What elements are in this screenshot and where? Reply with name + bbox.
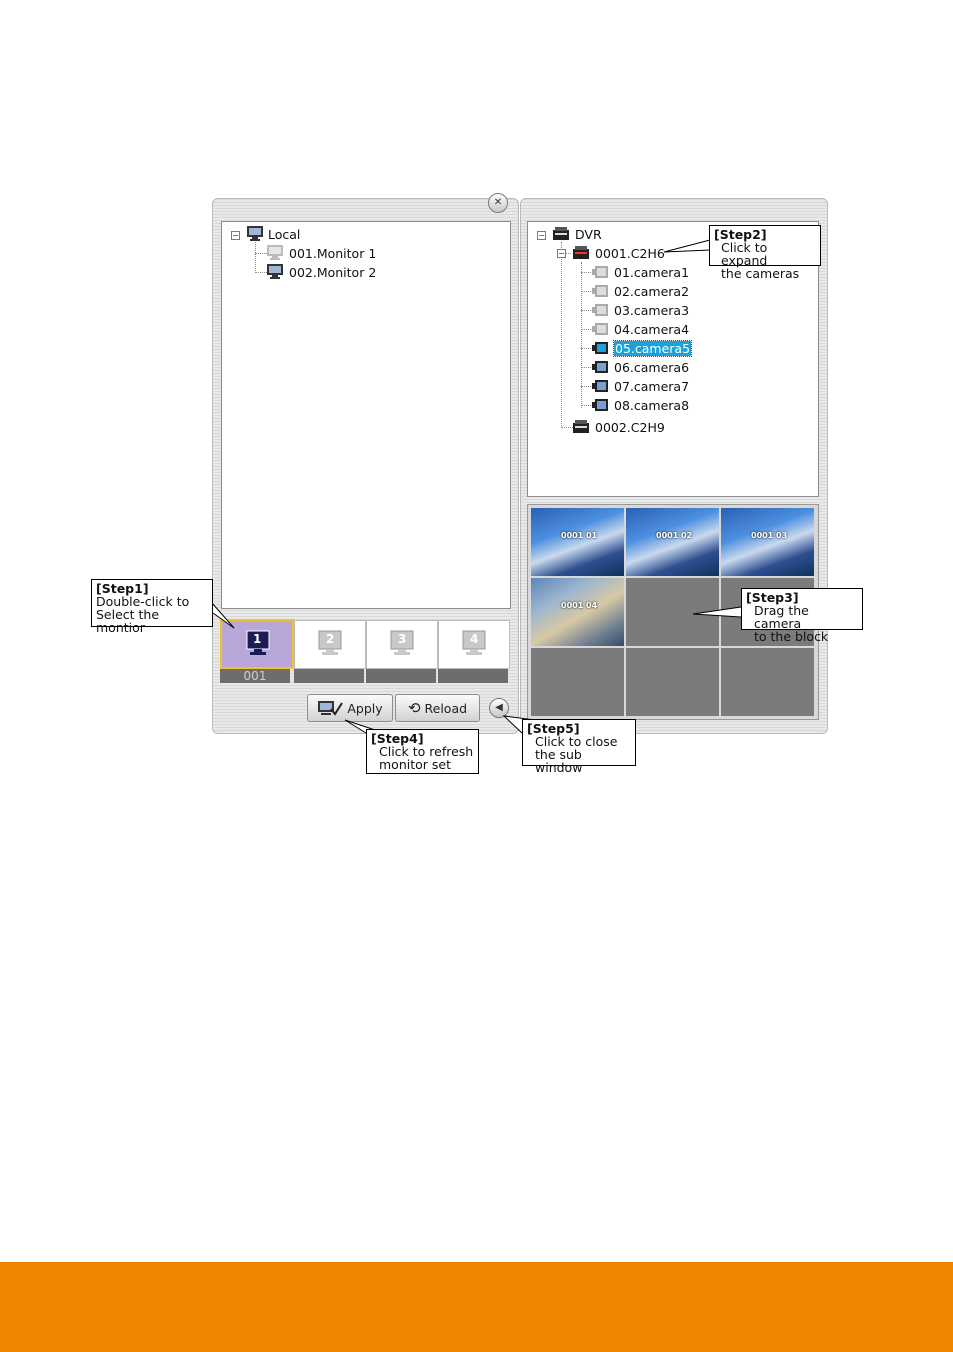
- callout-step1: [Step1] Double-click to Select the monti…: [91, 579, 213, 634]
- callout-pointers: [211, 239, 742, 734]
- callout-step4: [Step4] Click to refresh monitor set: [366, 729, 479, 774]
- footer-bar: [0, 1262, 953, 1352]
- callout-step2: [Step2] Click to expand the cameras: [709, 225, 821, 280]
- callout-step3: [Step3] Drag the camera to the block: [741, 588, 863, 643]
- callout-step5: [Step5] Click to close the sub window: [522, 719, 636, 774]
